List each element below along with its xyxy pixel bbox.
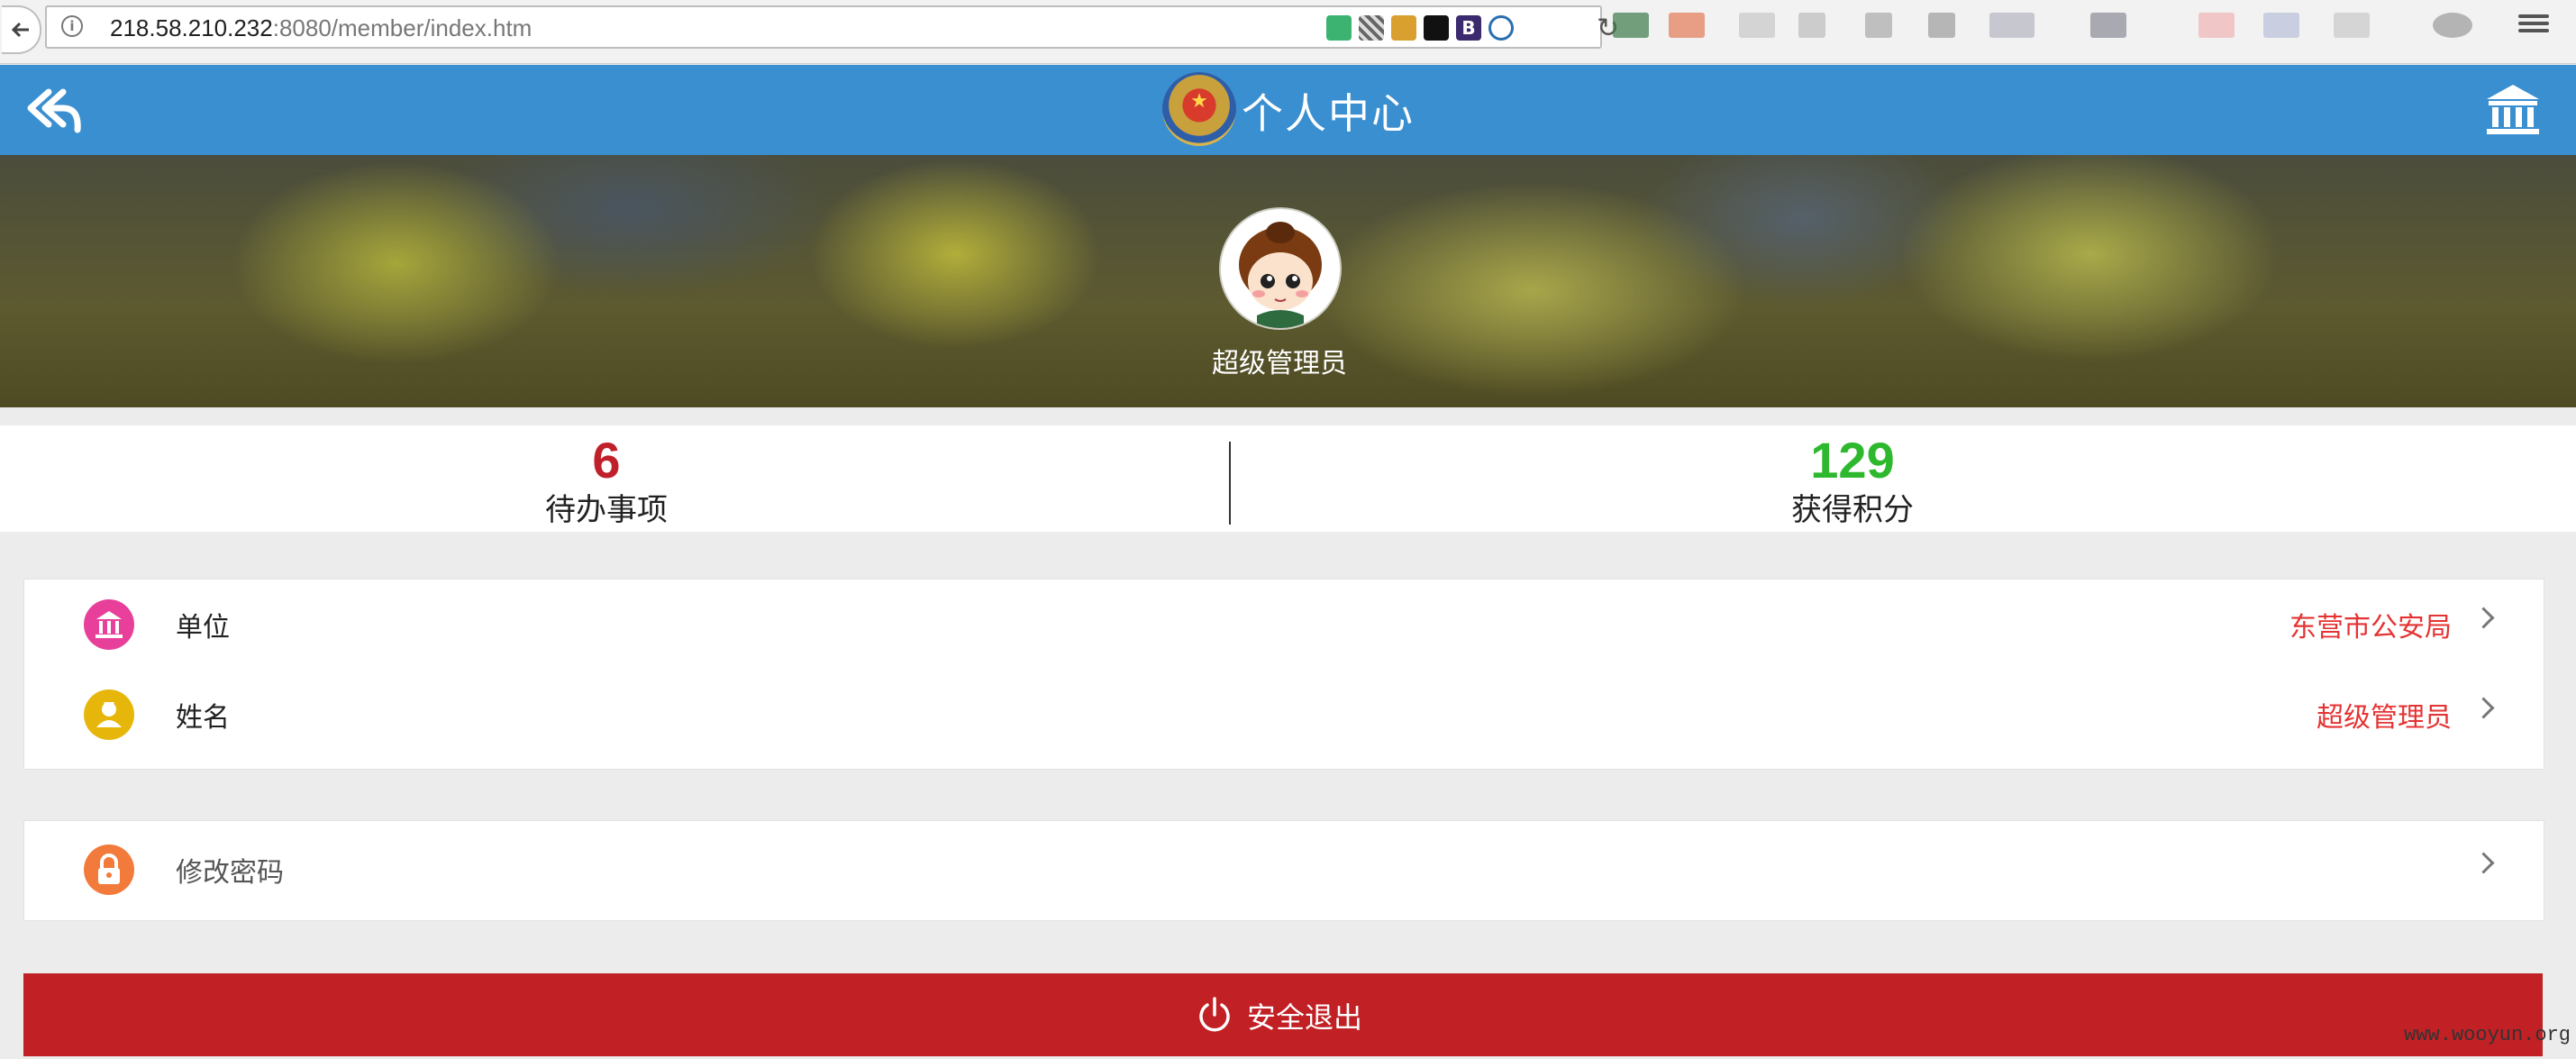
profile-name: 超级管理员 [1212, 348, 1347, 379]
change-password-row[interactable]: 修改密码 [24, 825, 2544, 915]
moon-extension-icon[interactable] [1488, 15, 1514, 41]
user-icon [84, 689, 134, 740]
profile-banner: 超级管理员 [0, 155, 2576, 407]
qr-code-icon[interactable] [1359, 15, 1384, 41]
toolbar-addon-icon[interactable] [2263, 13, 2299, 38]
address-bar[interactable]: i 218.58.210.232:8080/member/index.htm B… [45, 5, 1619, 49]
todo-count[interactable]: 6 [426, 431, 787, 489]
chevron-right-icon [2472, 697, 2495, 719]
toolbar-addon-icon[interactable] [1865, 13, 1892, 38]
power-icon [1199, 997, 1230, 1032]
toolbar-addon-icon[interactable] [1613, 13, 1649, 38]
url-path: :8080/member/index.htm [272, 14, 532, 41]
toolbar-addon-icon[interactable] [1739, 13, 1775, 38]
b-extension-icon[interactable]: B [1456, 15, 1481, 41]
name-value: 超级管理员 [2317, 702, 2452, 734]
browser-menu-icon[interactable] [2518, 11, 2549, 38]
flag-extension-icon[interactable] [1424, 15, 1449, 41]
stats-divider [1229, 442, 1231, 525]
tiger-extension-icon[interactable] [1391, 15, 1416, 41]
toolbar-addon-icon[interactable] [1669, 13, 1705, 38]
logout-button[interactable]: 安全退出 [23, 973, 2543, 1056]
url-text[interactable]: 218.58.210.232:8080/member/index.htm [110, 14, 532, 42]
lock-icon [84, 844, 134, 895]
todo-label[interactable]: 待办事项 [426, 485, 787, 529]
toolbar-addon-icon[interactable] [1798, 13, 1825, 38]
list-item-name[interactable]: 姓名 超级管理员 [24, 670, 2544, 760]
browser-toolbar: i 218.58.210.232:8080/member/index.htm B… [0, 0, 2576, 64]
app-header: ★ 个人中心 [0, 65, 2576, 155]
logout-label: 安全退出 [1247, 1000, 1363, 1035]
points-label[interactable]: 获得积分 [1672, 485, 2033, 529]
bank-icon [84, 599, 134, 650]
page-title: 个人中心 [1242, 89, 1415, 138]
name-label: 姓名 [176, 702, 230, 734]
toolbar-addon-icon[interactable] [1928, 13, 1955, 38]
chevron-right-icon [2472, 607, 2495, 629]
stats-panel: 6 待办事项 129 获得积分 [0, 425, 2576, 532]
toolbar-addon-icon[interactable] [2334, 13, 2370, 38]
unit-label: 单位 [176, 612, 230, 644]
avatar[interactable] [1221, 209, 1340, 328]
toolbar-addon-icon[interactable] [1989, 13, 2034, 38]
toolbar-addon-icon[interactable] [2198, 13, 2235, 38]
points-count[interactable]: 129 [1672, 431, 2033, 489]
info-icon[interactable]: i [61, 15, 83, 37]
info-card: 单位 东营市公安局 姓名 超级管理员 [23, 579, 2544, 770]
account-icon[interactable] [2433, 13, 2472, 38]
browser-back-button[interactable] [2, 5, 41, 54]
url-host: 218.58.210.232 [110, 14, 273, 41]
unit-value: 东营市公安局 [2289, 612, 2452, 644]
cartoon-girl-avatar-icon [1221, 209, 1340, 328]
watermark-text: www.wooyun.org [2404, 1024, 2571, 1046]
police-emblem-logo: ★ [1162, 72, 1236, 146]
change-password-label: 修改密码 [176, 857, 284, 889]
shield-extension-icon[interactable] [1326, 15, 1352, 41]
chevron-right-icon [2472, 852, 2495, 874]
back-arrow-icon [11, 22, 29, 38]
list-item-unit[interactable]: 单位 东营市公安局 [24, 580, 2544, 670]
password-card: 修改密码 [23, 820, 2544, 921]
toolbar-addon-icon[interactable] [2090, 13, 2126, 38]
reply-arrow-icon[interactable] [22, 78, 85, 141]
bank-building-icon[interactable] [2481, 78, 2544, 141]
